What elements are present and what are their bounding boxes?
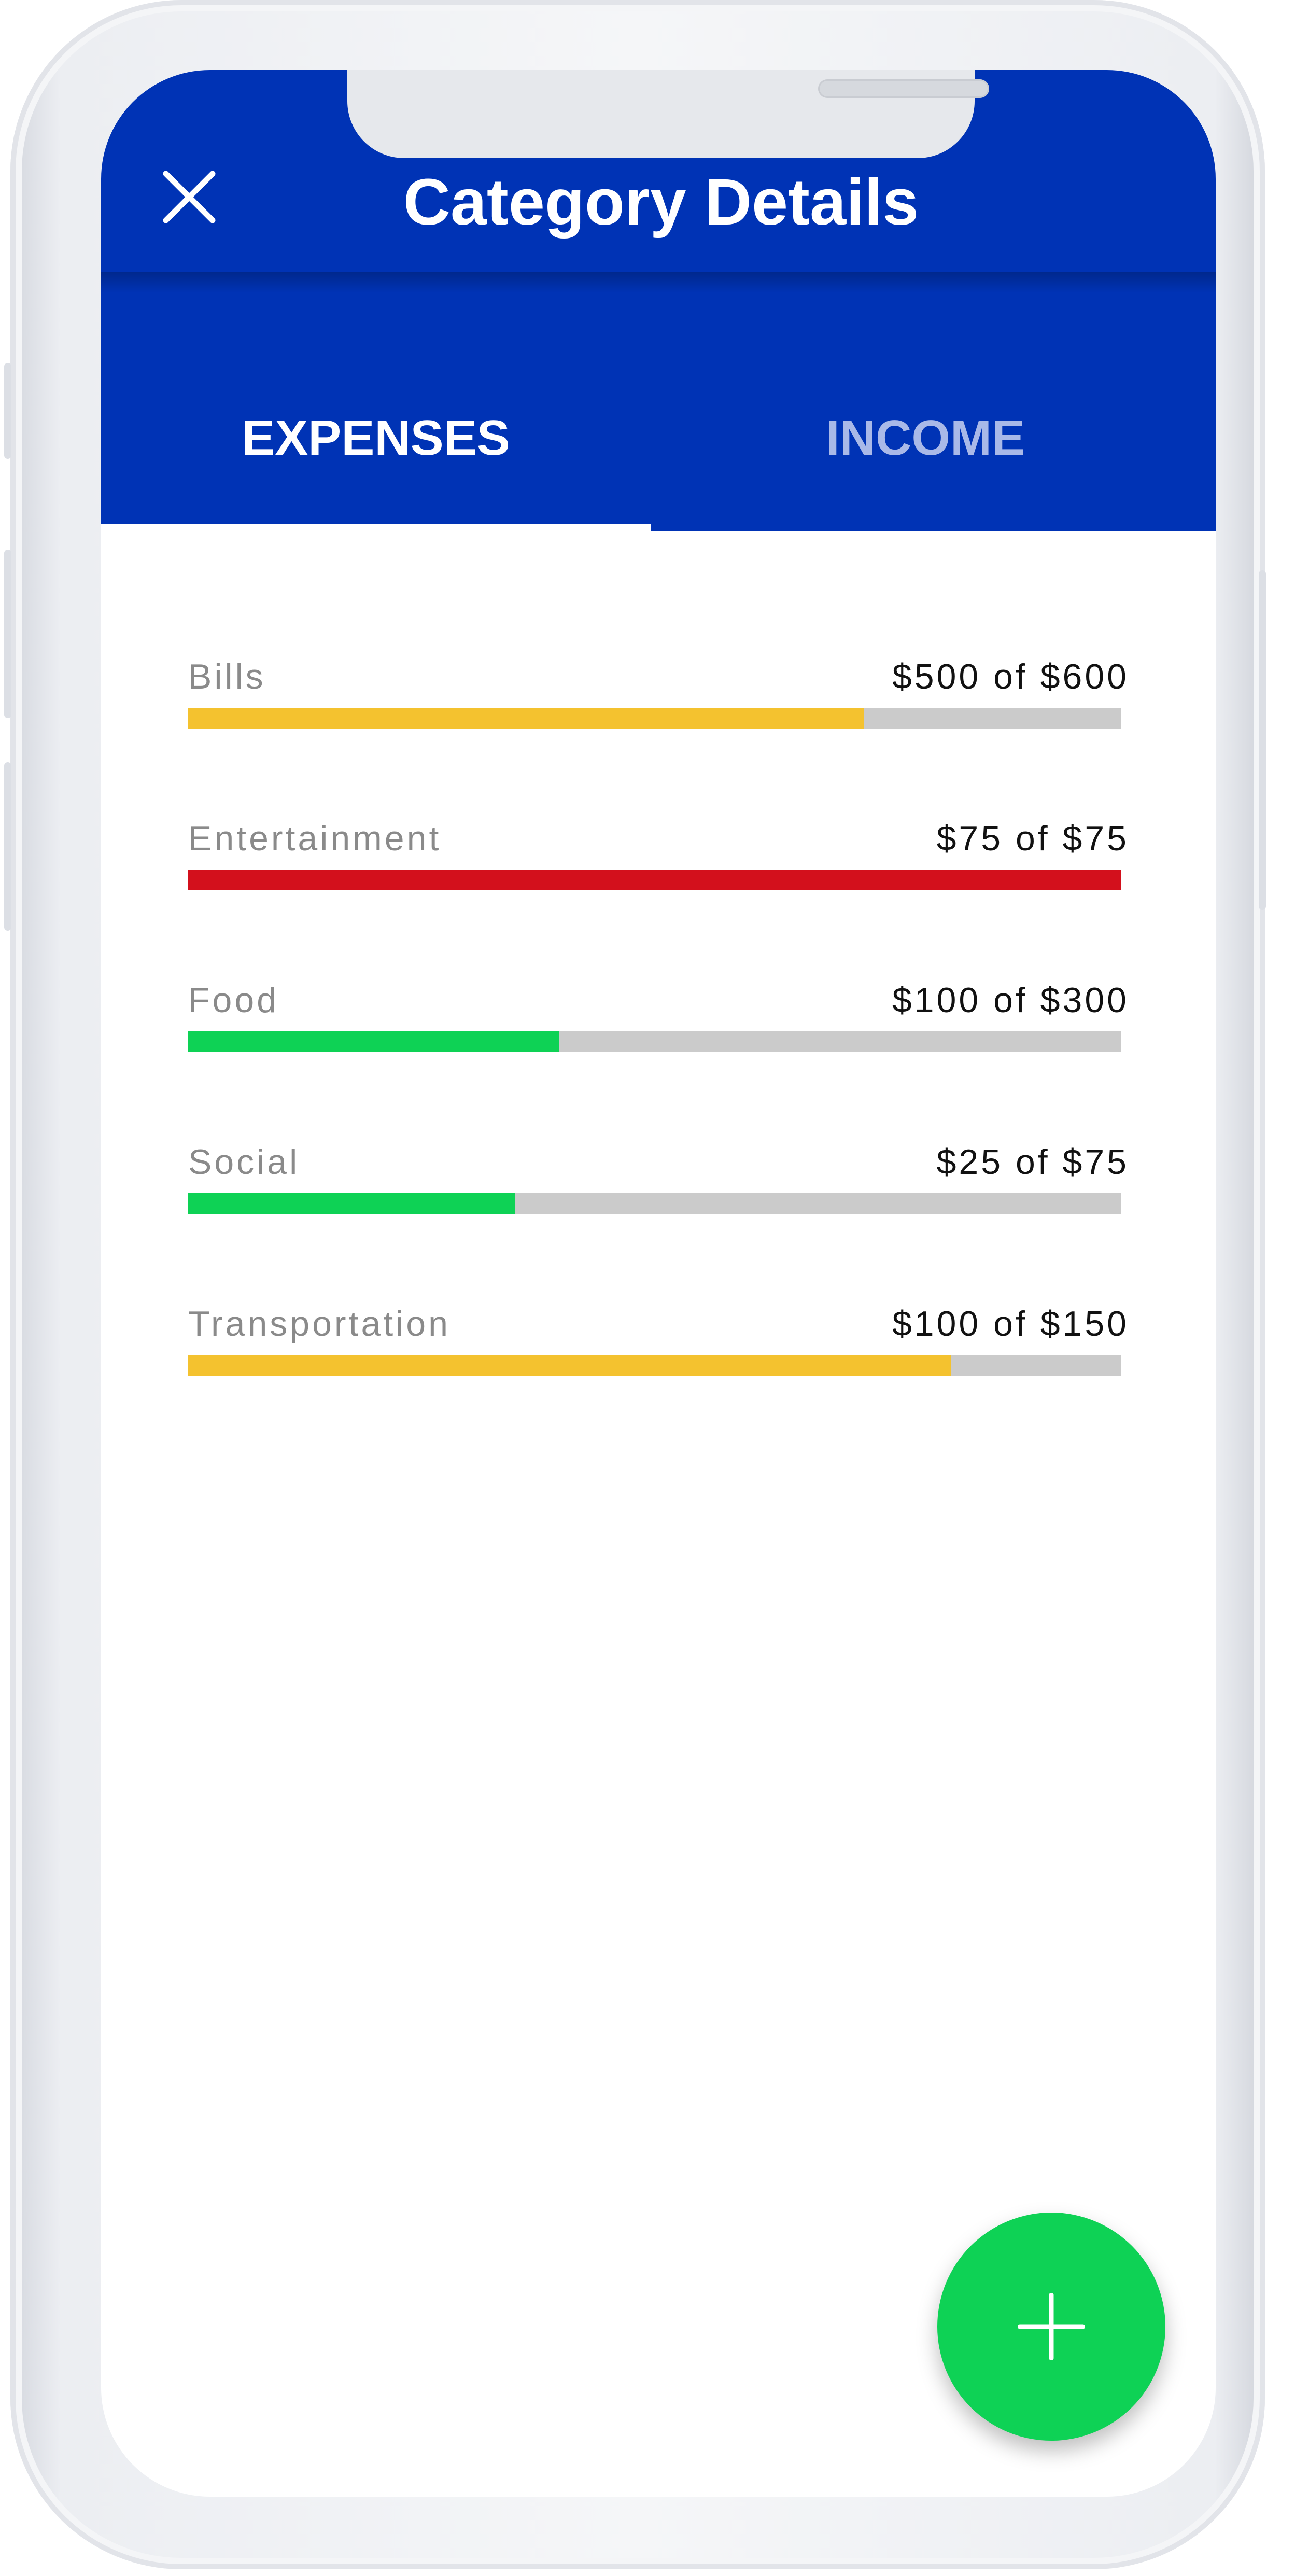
tab-expenses[interactable]: EXPENSES (101, 404, 651, 531)
title-bar-divider (101, 272, 1216, 293)
category-amount: $75 of $75 (936, 819, 1129, 858)
app-screen: Category Details EXPENSES INCOME Bills $… (101, 70, 1216, 2497)
category-row-food[interactable]: Food $100 of $300 (188, 979, 1127, 1052)
phone-volume-down (4, 762, 11, 931)
category-row-entertainment[interactable]: Entertainment $75 of $75 (188, 818, 1127, 890)
phone-volume-up (4, 550, 11, 718)
progress-track (188, 708, 1121, 729)
category-amount: $500 of $600 (892, 657, 1129, 696)
progress-fill (188, 708, 864, 729)
tab-expenses-label: EXPENSES (242, 410, 510, 466)
progress-track (188, 1193, 1121, 1214)
progress-fill (188, 1193, 515, 1214)
progress-track (188, 1031, 1121, 1052)
add-category-button[interactable] (937, 2213, 1165, 2441)
page-title: Category Details (403, 165, 919, 239)
category-row-bills[interactable]: Bills $500 of $600 (188, 656, 1127, 729)
category-row-social[interactable]: Social $25 of $75 (188, 1141, 1127, 1214)
category-name: Entertainment (188, 819, 442, 858)
speaker-grille (818, 79, 989, 98)
progress-fill (188, 1031, 560, 1052)
close-button[interactable] (161, 169, 218, 226)
tab-income-label: INCOME (826, 410, 1025, 466)
phone-side-button (4, 363, 11, 459)
phone-frame: Category Details EXPENSES INCOME Bills $… (4, 0, 1266, 2569)
active-tab-indicator (101, 524, 651, 532)
close-icon (163, 171, 216, 223)
phone-notch (347, 70, 989, 158)
progress-track (188, 870, 1121, 890)
category-name: Social (188, 1142, 300, 1182)
category-name: Food (188, 981, 279, 1020)
category-name: Transportation (188, 1304, 451, 1343)
tab-income[interactable]: INCOME (651, 404, 1200, 531)
phone-power-button (1259, 570, 1266, 910)
progress-fill (188, 870, 1121, 890)
progress-track (188, 1355, 1121, 1376)
category-amount: $100 of $300 (892, 981, 1129, 1020)
category-name: Bills (188, 657, 266, 696)
category-row-transportation[interactable]: Transportation $100 of $150 (188, 1303, 1127, 1376)
plus-icon (1018, 2293, 1085, 2360)
progress-fill (188, 1355, 951, 1376)
category-amount: $100 of $150 (892, 1304, 1129, 1343)
category-amount: $25 of $75 (936, 1142, 1129, 1182)
